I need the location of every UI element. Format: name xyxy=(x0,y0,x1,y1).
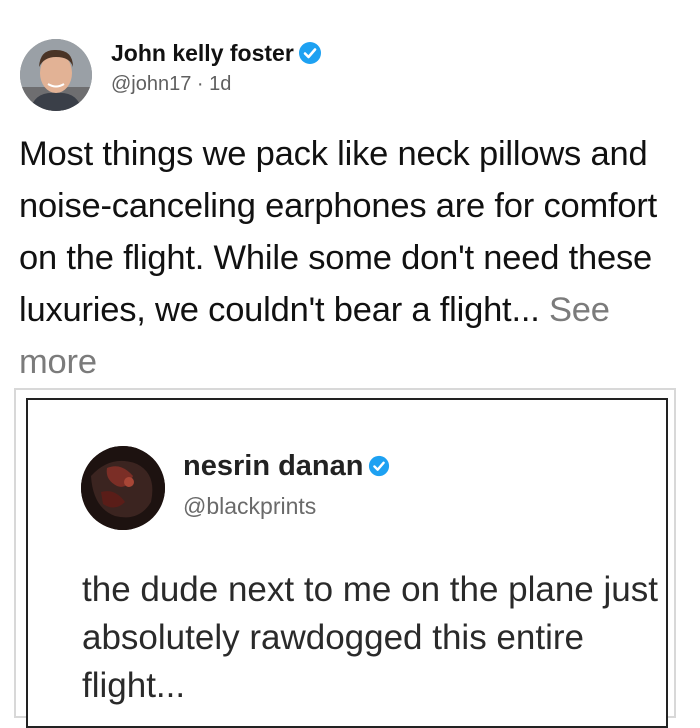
verified-badge-icon xyxy=(368,452,390,477)
author-name-row[interactable]: John kelly foster xyxy=(111,40,322,67)
quoted-tweet-text: the dude next to me on the plane just ab… xyxy=(82,570,658,705)
author-avatar[interactable] xyxy=(20,39,92,111)
quoted-author-name: nesrin danan xyxy=(183,450,364,482)
quoted-author-avatar xyxy=(81,446,165,530)
author-handle[interactable]: @john17 xyxy=(111,73,191,95)
verified-badge-icon xyxy=(298,41,322,65)
meta-separator: · xyxy=(191,73,210,95)
quoted-tweet-screenshot: nesrin danan @blackprints the dude next … xyxy=(26,398,668,728)
author-name[interactable]: John kelly foster xyxy=(111,40,294,66)
quoted-author-handle: @blackprints xyxy=(183,493,317,519)
tweet-timestamp[interactable]: 1d xyxy=(209,73,231,95)
quoted-author-name-row: nesrin danan xyxy=(183,450,390,483)
author-meta: @john17 · 1d xyxy=(111,73,231,96)
tweet-body: Most things we pack like neck pillows an… xyxy=(19,128,691,388)
quoted-tweet-card[interactable]: nesrin danan @blackprints the dude next … xyxy=(14,388,676,728)
